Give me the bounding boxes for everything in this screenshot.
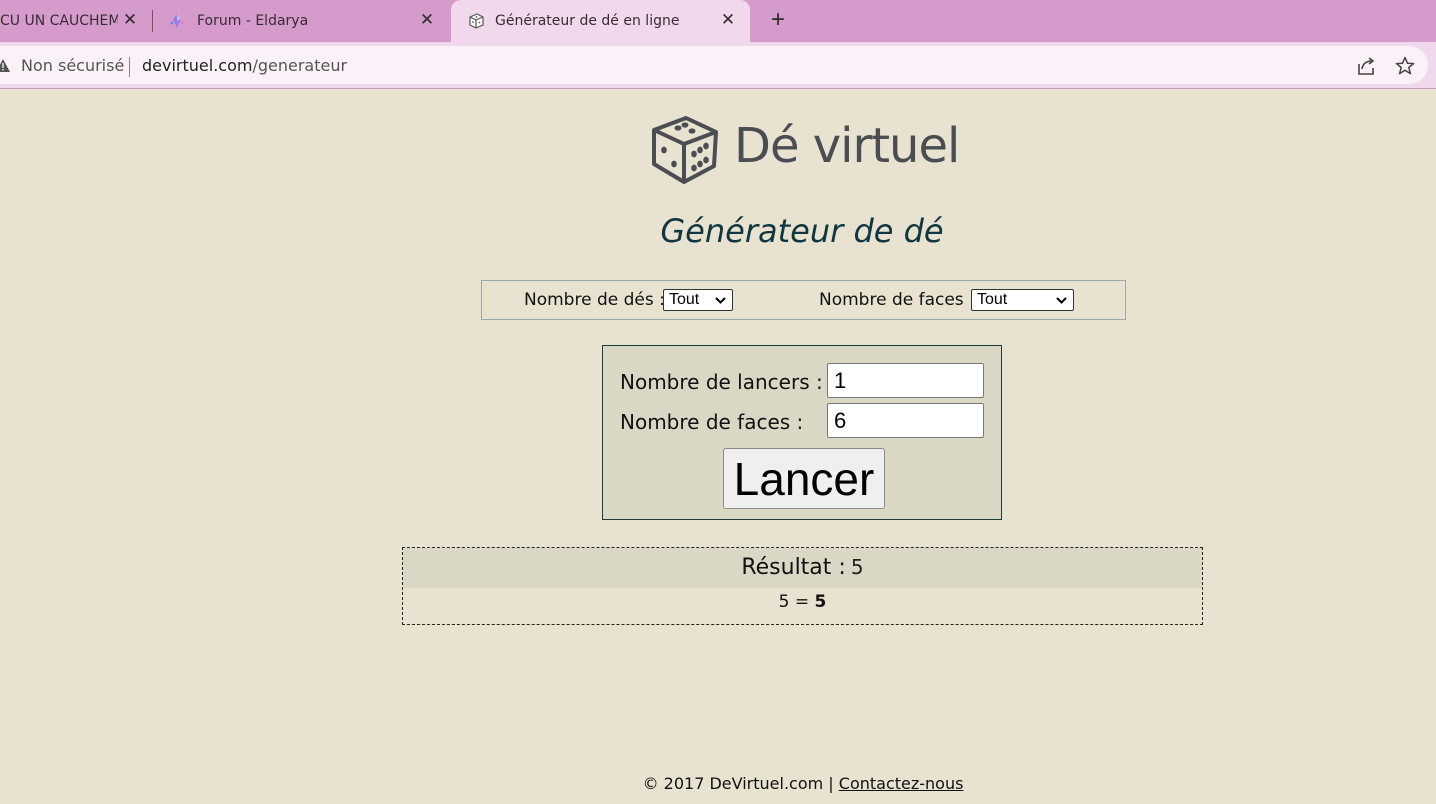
url-domain: devirtuel.com [142, 56, 253, 75]
tab-title: Forum - Eldarya [197, 13, 309, 29]
close-tab-icon[interactable]: ✕ [122, 12, 138, 29]
warning-icon [0, 59, 10, 77]
logo-text: Dé virtuel [734, 118, 960, 174]
result-label: Résultat : [741, 555, 846, 580]
browser-tab-bar: CU UN CAUCHEMAR ✕ Forum - Eldarya ✕ Géné [0, 0, 1436, 42]
result-detail: 5 = 5 [403, 592, 1202, 612]
eldarya-favicon-icon [169, 13, 185, 33]
result-panel: Résultat : 5 5 = 5 [402, 547, 1203, 625]
page-title: Générateur de dé [660, 212, 944, 250]
tab-generateur-active[interactable]: Générateur de dé en ligne ✕ [451, 0, 750, 42]
site-logo[interactable]: Dé virtuel [648, 112, 968, 184]
dice-count-label: Nombre de dés : [524, 290, 665, 310]
faces-input[interactable] [827, 403, 984, 438]
faces-filter-select[interactable]: Tout [971, 289, 1074, 311]
roll-button[interactable]: Lancer [723, 448, 885, 509]
tab-cauchemar[interactable]: CU UN CAUCHEMAR ✕ [0, 0, 152, 42]
dice-logo-icon [652, 116, 718, 184]
dice-count-value: Tout [669, 291, 700, 308]
result-total: 5 [814, 592, 827, 612]
tab-forum-eldarya[interactable]: Forum - Eldarya ✕ [153, 0, 449, 42]
faces-filter-label: Nombre de faces : [819, 290, 975, 310]
faces-filter-value: Tout [977, 291, 1008, 308]
contact-link[interactable]: Contactez-nous [839, 774, 964, 793]
close-tab-icon[interactable]: ✕ [419, 12, 435, 29]
roll-form: Nombre de lancers : Nombre de faces : La… [602, 345, 1002, 520]
throws-input[interactable] [827, 363, 984, 398]
dice-count-select[interactable]: Tout [663, 289, 733, 311]
new-tab-button[interactable]: + [766, 8, 790, 33]
result-value: 5 [850, 555, 864, 579]
close-tab-icon[interactable]: ✕ [720, 12, 736, 29]
result-header: Résultat : 5 [403, 548, 1202, 588]
footer: © 2017 DeVirtuel.com | Contactez-nous [85, 774, 1436, 793]
address-bar: Non sécurisé devirtuel.com/generateur [0, 42, 1436, 89]
star-icon[interactable] [1395, 56, 1415, 81]
chevron-down-icon [715, 291, 726, 315]
tab-title: Générateur de dé en ligne [495, 13, 680, 29]
address-separator [129, 57, 130, 77]
url-path: /generateur [252, 56, 348, 75]
chevron-down-icon [1056, 291, 1067, 315]
security-label[interactable]: Non sécurisé [21, 56, 124, 75]
result-expression: 5 = [778, 592, 810, 612]
url-text[interactable]: devirtuel.com/generateur [142, 56, 347, 75]
share-icon[interactable] [1355, 56, 1377, 81]
tab-title: CU UN CAUCHEMAR [0, 13, 118, 29]
dice-favicon-icon [467, 12, 485, 34]
copyright-text: © 2017 DeVirtuel.com | [642, 774, 834, 793]
faces-label: Nombre de faces : [620, 410, 804, 434]
omnibox[interactable]: Non sécurisé devirtuel.com/generateur [0, 46, 1428, 84]
filter-bar: Nombre de dés : Tout Nombre de faces : T… [481, 280, 1126, 320]
throws-label: Nombre de lancers : [620, 370, 823, 394]
